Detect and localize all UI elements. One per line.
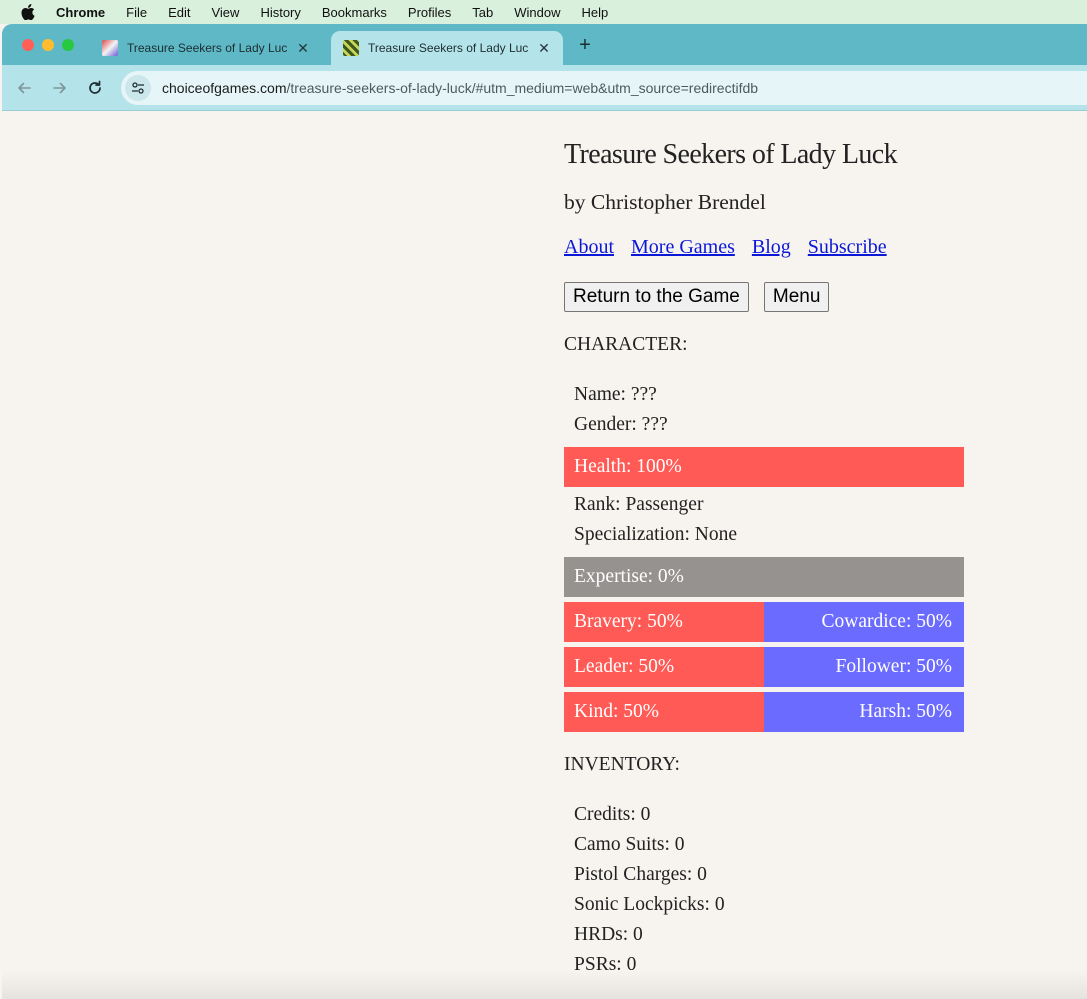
stat-specialization: Specialization: None — [574, 524, 737, 545]
menu-file[interactable]: File — [126, 5, 147, 20]
inventory-camo-suits: Camo Suits: 0 — [574, 834, 685, 855]
expertise-bar: Expertise: 0% — [564, 557, 964, 597]
opposed-bar-kind-harsh: Kind: 50% Harsh: 50% — [564, 692, 964, 732]
stat-rank: Rank: Passenger — [574, 494, 704, 515]
bravery-label: Bravery: 50% — [574, 611, 683, 632]
site-favicon-icon — [102, 40, 118, 56]
tab-title: Treasure Seekers of Lady Luc — [368, 41, 529, 55]
harsh-label: Harsh: 50% — [859, 701, 952, 722]
action-buttons: Return to the Game Menu — [564, 282, 844, 312]
tab-active[interactable]: Treasure Seekers of Lady Luc ✕ — [331, 31, 563, 65]
inventory-sonic-lockpicks: Sonic Lockpicks: 0 — [574, 894, 725, 915]
tab-strip: Treasure Seekers of Lady Luc ✕ Treasure … — [2, 24, 1087, 65]
close-tab-icon[interactable]: ✕ — [537, 40, 551, 56]
macos-menu-bar: Chrome File Edit View History Bookmarks … — [0, 0, 1087, 24]
tab-title: Treasure Seekers of Lady Luc — [127, 41, 288, 55]
inventory-hrds: HRDs: 0 — [574, 924, 643, 945]
opposed-bar-leader-follower: Leader: 50% Follower: 50% — [564, 647, 964, 687]
game-favicon-icon — [343, 40, 359, 56]
browser-toolbar: choiceofgames.com/treasure-seekers-of-la… — [2, 65, 1087, 111]
menu-bookmarks[interactable]: Bookmarks — [322, 5, 387, 20]
url-text[interactable]: choiceofgames.com/treasure-seekers-of-la… — [162, 80, 758, 96]
kind-label: Kind: 50% — [574, 701, 660, 722]
leader-label: Leader: 50% — [574, 656, 675, 677]
inventory-heading: INVENTORY: — [564, 754, 680, 775]
inventory-pistol-charges: Pistol Charges: 0 — [574, 864, 707, 885]
address-bar[interactable]: choiceofgames.com/treasure-seekers-of-la… — [121, 71, 1087, 105]
back-arrow-icon[interactable] — [13, 77, 35, 99]
cowardice-label: Cowardice: 50% — [821, 611, 952, 632]
blog-link[interactable]: Blog — [752, 236, 791, 258]
apple-icon[interactable] — [20, 4, 36, 20]
close-window-button[interactable] — [22, 39, 34, 51]
close-tab-icon[interactable]: ✕ — [296, 40, 310, 56]
health-label: Health: 100% — [574, 456, 682, 477]
tab-inactive[interactable]: Treasure Seekers of Lady Luc ✕ — [90, 31, 322, 65]
menu-button[interactable]: Menu — [763, 282, 830, 312]
stat-gender: Gender: ??? — [574, 414, 668, 435]
new-tab-icon[interactable]: + — [575, 35, 595, 55]
menu-edit[interactable]: Edit — [168, 5, 190, 20]
reload-icon[interactable] — [84, 77, 106, 99]
return-to-game-button[interactable]: Return to the Game — [564, 282, 749, 312]
maximize-window-button[interactable] — [62, 39, 74, 51]
page-title: Treasure Seekers of Lady Luck — [564, 139, 898, 170]
minimize-window-button[interactable] — [42, 39, 54, 51]
url-path: /treasure-seekers-of-lady-luck/#utm_medi… — [286, 80, 759, 96]
site-settings-icon[interactable] — [125, 75, 151, 101]
url-host: choiceofgames.com — [162, 80, 287, 96]
menu-view[interactable]: View — [211, 5, 239, 20]
character-heading: CHARACTER: — [564, 334, 688, 355]
expertise-label: Expertise: 0% — [574, 566, 684, 587]
about-link[interactable]: About — [564, 236, 614, 258]
stat-name: Name: ??? — [574, 384, 657, 405]
menu-history[interactable]: History — [260, 5, 300, 20]
menu-tab[interactable]: Tab — [472, 5, 493, 20]
opposed-bar-bravery-cowardice: Bravery: 50% Cowardice: 50% — [564, 602, 964, 642]
menu-profiles[interactable]: Profiles — [408, 5, 451, 20]
menu-window[interactable]: Window — [514, 5, 560, 20]
more-games-link[interactable]: More Games — [631, 236, 735, 258]
author-line: by Christopher Brendel — [564, 190, 766, 214]
menu-chrome[interactable]: Chrome — [56, 5, 105, 20]
browser-window: Treasure Seekers of Lady Luc ✕ Treasure … — [2, 24, 1087, 999]
bottom-shadow — [2, 971, 1087, 999]
menu-help[interactable]: Help — [582, 5, 609, 20]
inventory-credits: Credits: 0 — [574, 804, 651, 825]
subscribe-link[interactable]: Subscribe — [808, 236, 887, 258]
header-links: About More Games Blog Subscribe — [564, 236, 899, 259]
page-viewport: Treasure Seekers of Lady Luck by Christo… — [2, 112, 1087, 999]
follower-label: Follower: 50% — [835, 656, 952, 677]
forward-arrow-icon[interactable] — [49, 77, 71, 99]
health-bar: Health: 100% — [564, 447, 964, 487]
